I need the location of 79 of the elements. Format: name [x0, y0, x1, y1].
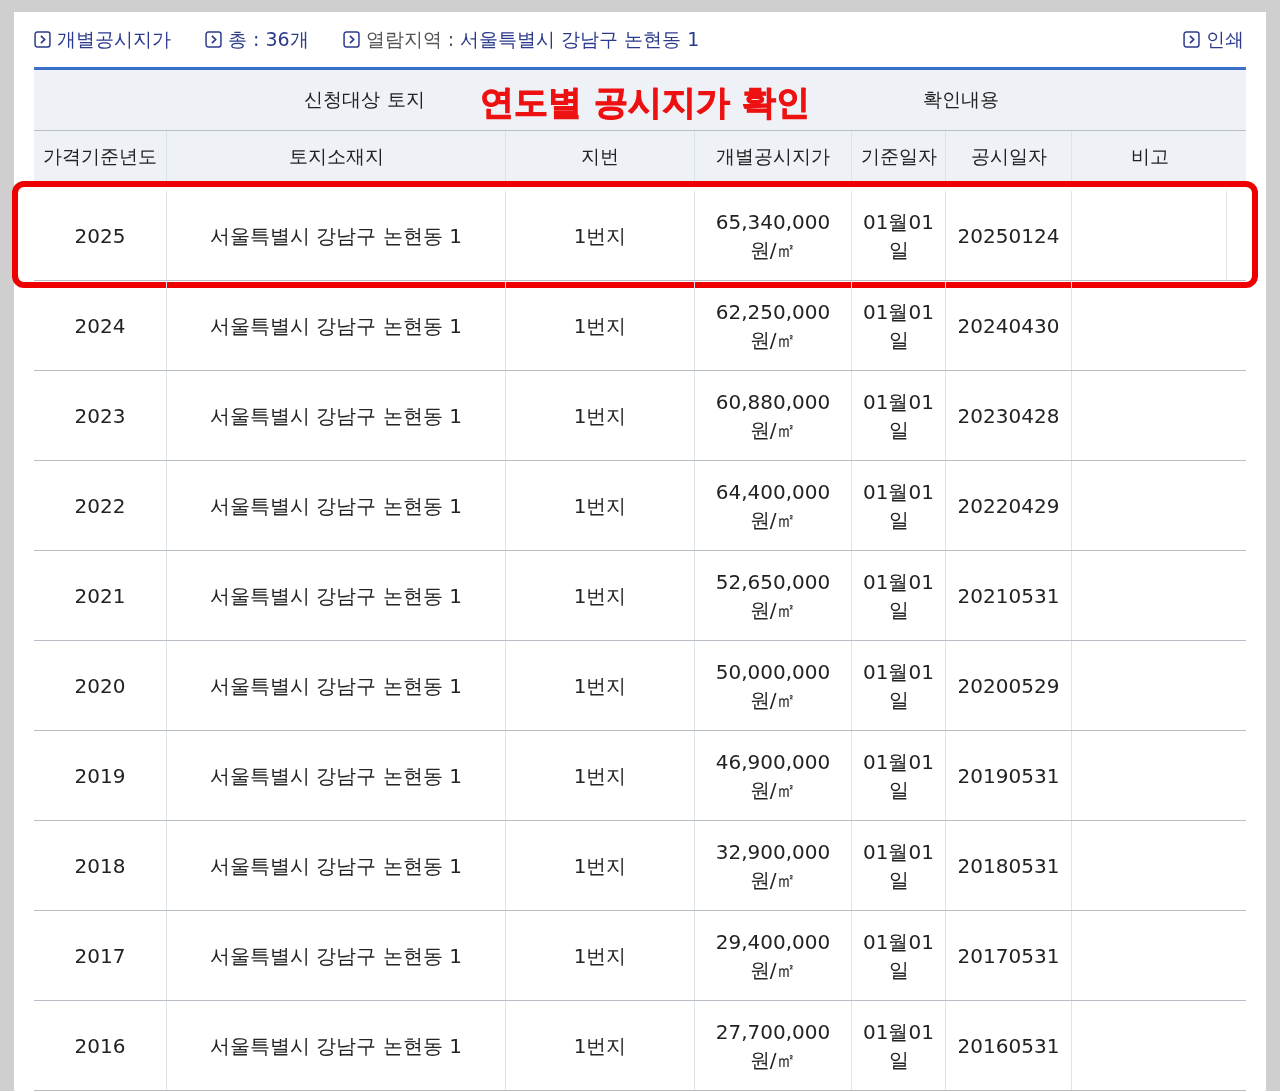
print-button[interactable]: 인쇄	[1181, 26, 1246, 53]
base-date-cell: 01월01일	[852, 1001, 946, 1090]
year-cell: 2021	[34, 551, 167, 640]
info-label: 개별공시지가	[57, 26, 171, 52]
lot-cell: 1번지	[506, 551, 695, 640]
column-group-header: 확인내용	[923, 87, 999, 112]
info-value: 서울특별시 강남구 논현동 1	[460, 26, 700, 52]
address-cell: 서울특별시 강남구 논현동 1	[167, 911, 506, 1000]
lot-cell: 1번지	[506, 821, 695, 910]
base-date-cell: 01월01일	[852, 191, 946, 280]
year-cell: 2017	[34, 911, 167, 1000]
year-cell: 2024	[34, 281, 167, 370]
price-cell: 29,400,000 원/㎡	[695, 911, 852, 1000]
base-date-cell: 01월01일	[852, 911, 946, 1000]
base-date-cell: 01월01일	[852, 371, 946, 460]
column-header: 가격기준년도	[34, 131, 167, 181]
base-date-cell: 01월01일	[852, 821, 946, 910]
info-label: 총 : 36개	[228, 26, 309, 52]
address-cell: 서울특별시 강남구 논현동 1	[167, 461, 506, 550]
year-cell: 2020	[34, 641, 167, 730]
price-cell: 65,340,000 원/㎡	[695, 191, 852, 280]
chevron-icon	[342, 31, 360, 48]
address-cell: 서울특별시 강남구 논현동 1	[167, 731, 506, 820]
address-cell: 서울특별시 강남구 논현동 1	[167, 641, 506, 730]
announce-date-cell: 20250124	[946, 191, 1072, 280]
lot-cell: 1번지	[506, 281, 695, 370]
lot-cell: 1번지	[506, 1001, 695, 1090]
announce-date-cell: 20180531	[946, 821, 1072, 910]
column-header: 비고	[1129, 143, 1170, 169]
annotation-text: 연도별 공시지가 확인	[480, 81, 810, 124]
announce-date-cell: 20240430	[946, 281, 1072, 370]
price-cell: 60,880,000 원/㎡	[695, 371, 852, 460]
price-cell: 64,400,000 원/㎡	[695, 461, 852, 550]
address-cell: 서울특별시 강남구 논현동 1	[167, 821, 506, 910]
address-cell: 서울특별시 강남구 논현동 1	[167, 191, 506, 280]
base-date-cell: 01월01일	[852, 461, 946, 550]
announce-date-cell: 20210531	[946, 551, 1072, 640]
lot-cell: 1번지	[506, 641, 695, 730]
price-cell: 62,250,000 원/㎡	[695, 281, 852, 370]
chevron-icon	[1183, 31, 1200, 48]
year-cell: 2016	[34, 1001, 167, 1090]
year-cell: 2018	[34, 821, 167, 910]
price-cell: 46,900,000 원/㎡	[695, 731, 852, 820]
year-cell: 2023	[34, 371, 167, 460]
announce-date-cell: 20160531	[946, 1001, 1072, 1090]
price-cell: 27,700,000 원/㎡	[695, 1001, 852, 1090]
chevron-icon	[205, 31, 222, 48]
year-cell: 2022	[34, 461, 167, 550]
base-date-cell: 01월01일	[852, 281, 946, 370]
base-date-cell: 01월01일	[852, 641, 946, 730]
address-cell: 서울특별시 강남구 논현동 1	[167, 281, 506, 370]
announce-date-cell: 20230428	[946, 371, 1072, 460]
base-date-cell: 01월01일	[852, 731, 946, 820]
address-cell: 서울특별시 강남구 논현동 1	[167, 371, 506, 460]
lot-cell: 1번지	[506, 191, 695, 280]
column-group-header: 신청대상 토지	[304, 87, 425, 112]
announce-date-cell: 20220429	[946, 461, 1072, 550]
price-cell: 50,000,000 원/㎡	[695, 641, 852, 730]
year-cell: 2025	[34, 191, 167, 280]
chevron-icon	[34, 31, 51, 48]
lot-cell: 1번지	[506, 371, 695, 460]
announce-date-cell: 20200529	[946, 641, 1072, 730]
price-cell: 52,650,000 원/㎡	[695, 551, 852, 640]
base-date-cell: 01월01일	[852, 551, 946, 640]
year-cell: 2019	[34, 731, 167, 820]
price-cell: 32,900,000 원/㎡	[695, 821, 852, 910]
lot-cell: 1번지	[506, 461, 695, 550]
info-label: 열람지역 :	[365, 26, 455, 52]
column-header: 기준일자	[852, 131, 946, 181]
column-header: 토지소재지	[167, 131, 506, 181]
announce-date-cell: 20170531	[946, 911, 1072, 1000]
column-header: 지번	[506, 131, 695, 181]
column-header: 개별공시지가	[695, 131, 852, 181]
lot-cell: 1번지	[506, 911, 695, 1000]
address-cell: 서울특별시 강남구 논현동 1	[167, 1001, 506, 1090]
address-cell: 서울특별시 강남구 논현동 1	[167, 551, 506, 640]
column-header: 공시일자	[946, 131, 1072, 181]
lot-cell: 1번지	[506, 731, 695, 820]
announce-date-cell: 20190531	[946, 731, 1072, 820]
